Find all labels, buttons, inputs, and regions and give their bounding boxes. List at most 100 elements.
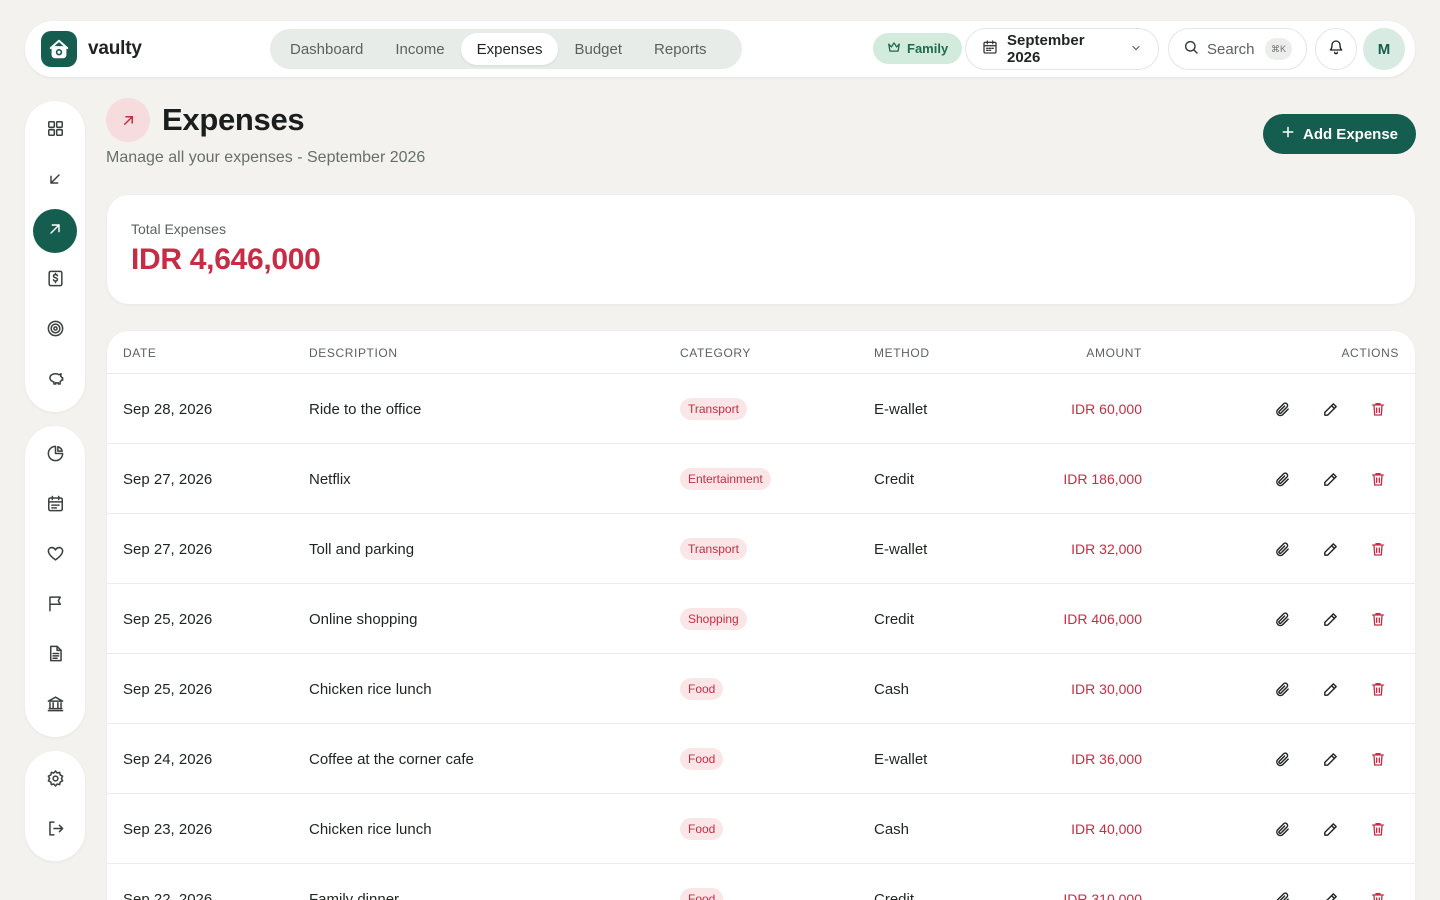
sidebar-item-goals[interactable] <box>33 309 77 353</box>
delete-icon <box>1372 753 1384 766</box>
attach-receipt-button[interactable] <box>1270 397 1294 421</box>
table-row[interactable]: Sep 25, 2026 Online shopping Shopping Cr… <box>107 584 1415 654</box>
table-row[interactable]: Sep 24, 2026 Coffee at the corner cafe F… <box>107 724 1415 794</box>
edit-expense-button[interactable] <box>1318 887 1342 900</box>
attach-receipt-button[interactable] <box>1270 747 1294 771</box>
logout-icon <box>46 819 65 843</box>
top-navbar: vaulty Dashboard Income Expenses Budget … <box>25 21 1415 77</box>
row-description: Chicken rice lunch <box>309 681 432 698</box>
row-amount: IDR 60,000 <box>1071 401 1142 417</box>
delete-expense-button[interactable] <box>1366 537 1390 561</box>
month-selector[interactable]: September 2026 <box>965 28 1159 70</box>
sidebar-item-expenses[interactable] <box>33 209 77 253</box>
attach-receipt-button[interactable] <box>1270 887 1294 900</box>
sidebar-item-bank[interactable] <box>33 684 77 728</box>
row-method: Cash <box>874 681 910 698</box>
calendar-icon <box>982 39 998 59</box>
column-header-actions: ACTIONS <box>1341 346 1399 360</box>
table-row[interactable]: Sep 25, 2026 Chicken rice lunch Food Cas… <box>107 654 1415 724</box>
sidebar-item-milestones[interactable] <box>33 584 77 628</box>
tab-expenses[interactable]: Expenses <box>460 33 559 65</box>
column-header-category[interactable]: CATEGORY <box>680 346 751 360</box>
tab-income[interactable]: Income <box>379 33 460 65</box>
calendar-icon <box>46 494 65 518</box>
delete-icon <box>1372 403 1384 416</box>
document-icon <box>46 644 65 668</box>
row-method: Credit <box>874 471 915 488</box>
family-badge[interactable]: Family <box>873 33 963 64</box>
tab-budget[interactable]: Budget <box>558 33 638 65</box>
delete-expense-button[interactable] <box>1366 397 1390 421</box>
tab-dashboard[interactable]: Dashboard <box>274 33 379 65</box>
user-avatar[interactable]: M <box>1363 28 1405 70</box>
search-button[interactable]: Search ⌘K <box>1168 28 1307 70</box>
page-title: Expenses <box>162 102 305 137</box>
total-expenses-label: Total Expenses <box>131 221 226 237</box>
add-expense-button[interactable]: Add Expense <box>1263 114 1416 154</box>
bank-icon <box>46 694 65 718</box>
edit-icon <box>1323 402 1337 416</box>
column-header-method[interactable]: METHOD <box>874 346 930 360</box>
edit-icon <box>1323 682 1337 696</box>
attach-receipt-button[interactable] <box>1270 467 1294 491</box>
column-header-amount[interactable]: AMOUNT <box>1086 346 1142 360</box>
edit-expense-button[interactable] <box>1318 397 1342 421</box>
sidebar-item-documents[interactable] <box>33 634 77 678</box>
sidebar-item-dashboard[interactable] <box>33 109 77 153</box>
attachment-icon <box>1275 892 1289 900</box>
edit-expense-button[interactable] <box>1318 607 1342 631</box>
row-method: Credit <box>874 611 915 628</box>
attachment-icon <box>1275 402 1289 416</box>
edit-expense-button[interactable] <box>1318 467 1342 491</box>
attach-receipt-button[interactable] <box>1270 817 1294 841</box>
table-row[interactable]: Sep 27, 2026 Netflix Entertainment Credi… <box>107 444 1415 514</box>
table-row[interactable]: Sep 23, 2026 Chicken rice lunch Food Cas… <box>107 794 1415 864</box>
table-row[interactable]: Sep 28, 2026 Ride to the office Transpor… <box>107 374 1415 444</box>
sidebar-item-calendar[interactable] <box>33 484 77 528</box>
edit-icon <box>1323 822 1337 836</box>
crown-icon <box>887 40 901 57</box>
edit-expense-button[interactable] <box>1318 747 1342 771</box>
table-row[interactable]: Sep 22, 2026 Family dinner Food Credit I… <box>107 864 1415 900</box>
edit-icon <box>1323 472 1337 486</box>
brand-logo[interactable]: vaulty <box>41 31 142 67</box>
category-badge: Transport <box>680 398 747 420</box>
row-date: Sep 25, 2026 <box>123 611 213 628</box>
expenses-table: DATE DESCRIPTION CATEGORY METHOD AMOUNT … <box>107 331 1415 900</box>
delete-expense-button[interactable] <box>1366 747 1390 771</box>
sidebar-item-income[interactable] <box>33 159 77 203</box>
row-amount: IDR 310,000 <box>1063 891 1142 900</box>
delete-icon <box>1372 613 1384 626</box>
edit-expense-button[interactable] <box>1318 537 1342 561</box>
attach-receipt-button[interactable] <box>1270 537 1294 561</box>
notifications-button[interactable] <box>1315 28 1357 70</box>
edit-expense-button[interactable] <box>1318 677 1342 701</box>
column-header-description[interactable]: DESCRIPTION <box>309 346 398 360</box>
edit-expense-button[interactable] <box>1318 817 1342 841</box>
delete-expense-button[interactable] <box>1366 607 1390 631</box>
tab-reports[interactable]: Reports <box>638 33 723 65</box>
row-method: E-wallet <box>874 541 928 558</box>
sidebar-item-logout[interactable] <box>33 809 77 853</box>
attach-receipt-button[interactable] <box>1270 607 1294 631</box>
income-icon <box>47 171 63 192</box>
category-badge: Transport <box>680 538 747 560</box>
sidebar-item-wishlist[interactable] <box>33 534 77 578</box>
delete-expense-button[interactable] <box>1366 887 1390 900</box>
sidebar-item-savings[interactable] <box>33 359 77 403</box>
sidebar-item-budget[interactable] <box>33 259 77 303</box>
row-method: Credit <box>874 891 915 900</box>
delete-expense-button[interactable] <box>1366 467 1390 491</box>
search-shortcut: ⌘K <box>1264 38 1292 60</box>
flag-icon <box>46 594 65 618</box>
sidebar-item-reports[interactable] <box>33 434 77 478</box>
sidebar-secondary <box>25 426 85 737</box>
category-badge: Food <box>680 888 724 900</box>
delete-expense-button[interactable] <box>1366 677 1390 701</box>
chevron-down-icon <box>1130 41 1142 58</box>
attach-receipt-button[interactable] <box>1270 677 1294 701</box>
delete-expense-button[interactable] <box>1366 817 1390 841</box>
column-header-date[interactable]: DATE <box>123 346 157 360</box>
table-row[interactable]: Sep 27, 2026 Toll and parking Transport … <box>107 514 1415 584</box>
sidebar-item-settings[interactable] <box>33 759 77 803</box>
